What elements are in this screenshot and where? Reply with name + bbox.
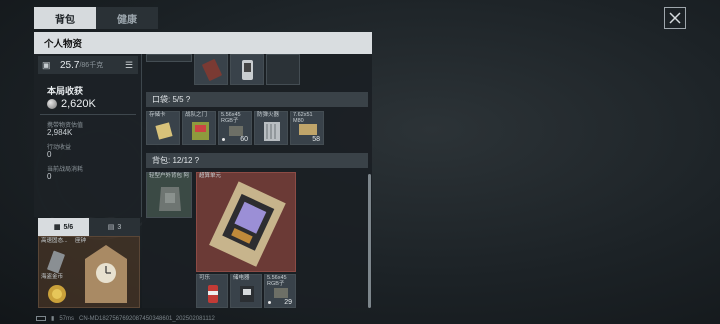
- soda-can-icon: [208, 285, 218, 303]
- tab-health[interactable]: 健康: [96, 7, 158, 29]
- pocket-header: 口袋: 5/5 ?: [146, 92, 368, 107]
- weight-current: 25.7: [60, 59, 80, 71]
- pocket-item-3[interactable]: 5.56x45 RGB子 60: [218, 111, 252, 145]
- supercomputer-unit-icon: [209, 181, 286, 267]
- action-value: 0: [47, 150, 52, 159]
- list-icon[interactable]: ☰: [122, 58, 136, 72]
- consumed-label: 当前战局消耗: [47, 167, 84, 173]
- carried-value: 2,984K: [47, 128, 73, 137]
- backpack-item-5[interactable]: 5.56x45 RGB子 29: [264, 274, 296, 308]
- tab-storage[interactable]: ▤ 3: [89, 218, 140, 236]
- backpack-item-4[interactable]: 储电器: [230, 274, 262, 308]
- backpack-item-2[interactable]: 超算单元: [196, 172, 296, 272]
- equipment-panel: 高速固态... 座钟 海盗金币: [38, 236, 140, 308]
- backpack-item-3[interactable]: 可乐: [196, 274, 228, 308]
- close-icon: [669, 12, 681, 24]
- scrollbar[interactable]: [368, 174, 371, 308]
- tab-equipment-label: 5/6: [63, 223, 74, 231]
- weight-max: /86千克: [79, 62, 104, 69]
- gear-plate-icon: [264, 122, 280, 141]
- top-tabs: 背包 健康: [34, 7, 158, 29]
- slot-empty[interactable]: [266, 54, 300, 85]
- card-item-icon: [202, 59, 222, 81]
- item-status-dot: [268, 301, 271, 304]
- earnings-title: 本局收获: [47, 86, 84, 96]
- item-count: 58: [312, 136, 320, 143]
- stats-column: ▣ 25.7 /86千克 ☰ 本局收获 2,620K 携带物资估值 2,984K…: [34, 54, 142, 217]
- tab-equipment[interactable]: ▦ 5/6: [38, 218, 89, 236]
- inventory-area: 口袋: 5/5 ? 存储卡 战队之门 5.56x45 RGB子 60 防弹火器 …: [142, 54, 372, 308]
- panel-title: 个人物资: [34, 32, 372, 54]
- item-count: 29: [284, 299, 292, 306]
- equip-item-label: 高速固态...: [41, 238, 68, 244]
- pocket-item-5[interactable]: 7.62x51 M80 58: [290, 111, 324, 145]
- backpack-item-1[interactable]: 轻型户外背包 阿: [146, 172, 192, 218]
- top-item-1[interactable]: [194, 54, 228, 85]
- weight-icon: ▣: [42, 59, 51, 70]
- vest-icon: [159, 187, 181, 211]
- item-count: 60: [240, 136, 248, 143]
- slot-empty[interactable]: [146, 54, 192, 62]
- session-id: CN-MD1827567692087450348601_202502081112: [78, 315, 215, 322]
- coin-icon: [47, 99, 57, 109]
- storage-icon: ▤: [107, 224, 115, 231]
- equipment-icon: ▦: [53, 224, 61, 231]
- ssd-drive-icon[interactable]: [42, 247, 72, 277]
- top-item-2[interactable]: [230, 54, 264, 85]
- close-button[interactable]: [664, 7, 686, 29]
- gadget-item-icon: [242, 60, 253, 80]
- earnings-value: 2,620K: [61, 98, 96, 110]
- battery-icon: [36, 316, 46, 321]
- battery-device-icon: [240, 286, 254, 302]
- pocket-item-1[interactable]: 存储卡: [146, 111, 180, 145]
- consumed-value: 0: [47, 172, 52, 181]
- ping-value: 57ms: [59, 315, 74, 322]
- divider: [40, 114, 136, 115]
- status-footer: ▮ 57ms CN-MD1827567692087450348601_20250…: [36, 315, 215, 322]
- gold-coin-icon[interactable]: [43, 281, 73, 311]
- pocket-item-4[interactable]: 防弹火器: [254, 111, 288, 145]
- backpack-header: 背包: 12/12 ?: [146, 153, 368, 168]
- weight-indicator: ▣ 25.7 /86千克 ☰: [38, 56, 138, 74]
- book-icon: [192, 122, 209, 140]
- wifi-icon: ▮: [51, 316, 55, 322]
- equipment-tabs: ▦ 5/6 ▤ 3: [38, 218, 140, 236]
- memory-card-icon: [155, 122, 173, 140]
- item-status-dot: [222, 138, 225, 141]
- equip-item-label: 海盗金币: [41, 274, 64, 280]
- tab-backpack[interactable]: 背包: [34, 7, 96, 29]
- clock-icon[interactable]: [77, 241, 135, 307]
- pocket-item-2[interactable]: 战队之门: [182, 111, 216, 145]
- tab-storage-label: 3: [117, 223, 122, 231]
- earnings-row: 2,620K: [47, 98, 96, 110]
